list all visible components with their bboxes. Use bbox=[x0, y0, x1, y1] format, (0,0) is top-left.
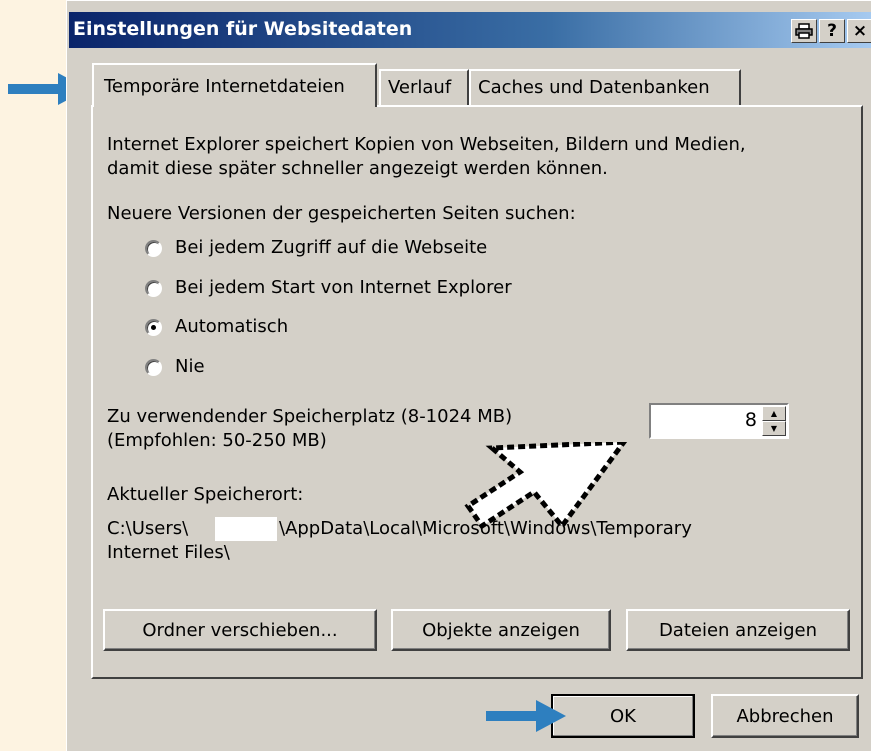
disk-space-label-line2: (Empfohlen: 50-250 MB) bbox=[107, 430, 327, 451]
help-button[interactable]: ? bbox=[819, 19, 845, 43]
radio-button-selected[interactable] bbox=[145, 319, 162, 336]
view-files-button[interactable]: Dateien anzeigen bbox=[626, 609, 850, 651]
radio-label[interactable]: Bei jedem Start von Internet Explorer bbox=[175, 276, 512, 300]
annotation-arrow-ok bbox=[486, 700, 566, 732]
radio-button[interactable] bbox=[145, 240, 162, 257]
tab-history[interactable]: Verlauf bbox=[379, 69, 469, 105]
close-button[interactable]: × bbox=[847, 19, 871, 43]
tab-panel: Internet Explorer speichert Kopien von W… bbox=[91, 105, 863, 679]
disk-space-label-line1: Zu verwendender Speicherplatz (8-1024 MB… bbox=[107, 406, 513, 427]
window-title: Einstellungen für Websitedaten bbox=[73, 18, 413, 40]
disk-space-stepper[interactable]: 8 ▲ ▼ bbox=[649, 403, 789, 439]
cancel-button[interactable]: Abbrechen bbox=[711, 694, 859, 738]
radio-button[interactable] bbox=[145, 359, 162, 376]
stepper-down-icon[interactable]: ▼ bbox=[762, 421, 786, 436]
intro-text-line1: Internet Explorer speichert Kopien von W… bbox=[107, 134, 746, 155]
move-folder-button[interactable]: Ordner verschieben... bbox=[103, 609, 377, 651]
radio-button[interactable] bbox=[145, 280, 162, 297]
ok-button[interactable]: OK bbox=[551, 694, 695, 738]
location-label: Aktueller Speicherort: bbox=[107, 484, 304, 505]
tab-temporary-internet-files[interactable]: Temporäre Internetdateien bbox=[92, 63, 377, 107]
radio-label[interactable]: Automatisch bbox=[175, 315, 288, 339]
check-versions-label: Neuere Versionen der gespeicherten Seite… bbox=[107, 203, 576, 224]
intro-text-line2: damit diese später schneller angezeigt w… bbox=[107, 158, 608, 179]
tab-caches-databases[interactable]: Caches und Datenbanken bbox=[469, 69, 741, 105]
stepper-up-icon[interactable]: ▲ bbox=[762, 406, 786, 421]
pointer-cursor-icon bbox=[464, 442, 628, 531]
radio-label[interactable]: Nie bbox=[175, 355, 205, 379]
location-path-line2: Internet Files\ bbox=[107, 542, 230, 563]
print-icon[interactable] bbox=[791, 19, 817, 43]
radio-dot-icon bbox=[151, 325, 156, 330]
view-objects-button[interactable]: Objekte anzeigen bbox=[391, 609, 611, 651]
radio-label[interactable]: Bei jedem Zugriff auf die Webseite bbox=[175, 236, 487, 260]
redacted-username bbox=[215, 517, 277, 541]
disk-space-value[interactable]: 8 bbox=[745, 409, 757, 431]
title-bar[interactable]: Einstellungen für Websitedaten ? × bbox=[69, 12, 871, 48]
location-path-part1: C:\Users\ bbox=[107, 518, 189, 539]
settings-dialog: Einstellungen für Websitedaten ? × Tempo… bbox=[66, 0, 871, 751]
